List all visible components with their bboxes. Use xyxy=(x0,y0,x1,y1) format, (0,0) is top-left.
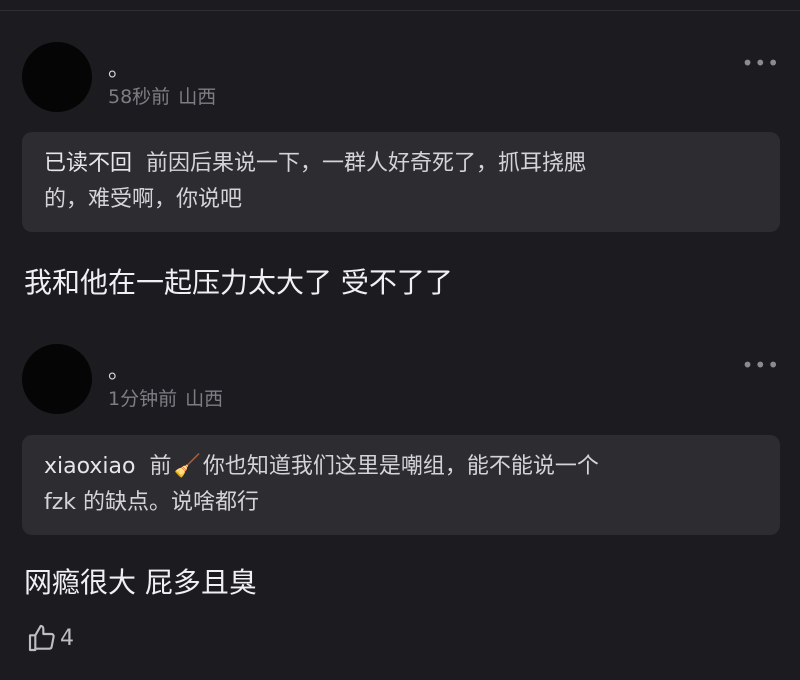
quoted-text-prefix: 前 xyxy=(149,454,172,479)
timestamp: 1分钟前 xyxy=(108,388,178,410)
location: 山西 xyxy=(185,388,224,410)
timestamp: 58秒前 xyxy=(108,86,171,108)
quoted-reply[interactable]: xiaoxiao 前🧹你也知道我们这里是嘲组，能不能说一个 fzk 的缺点。说啥都… xyxy=(22,435,780,535)
more-horizontal-icon[interactable]: ••• xyxy=(742,355,780,375)
comment-text: 我和他在一起压力太大了 受不了了 xyxy=(24,266,453,299)
top-divider xyxy=(0,0,800,11)
avatar[interactable] xyxy=(22,42,92,112)
comment-thread: 。 58秒前 山西 ••• 已读不回 前因后果说一下，一群人好奇死了，抓耳挠腮 的，… xyxy=(0,0,800,680)
thumbs-up-icon xyxy=(28,624,55,652)
comment-meta: 58秒前 山西 xyxy=(108,86,224,108)
username[interactable]: 。 xyxy=(108,360,130,384)
comment-meta: 1分钟前 山西 xyxy=(108,388,231,410)
quoted-text-line2: fzk 的缺点。说啥都行 xyxy=(44,490,260,515)
avatar[interactable] xyxy=(22,344,92,414)
quoted-text-line1: 前因后果说一下，一群人好奇死了，抓耳挠腮 xyxy=(146,151,587,176)
broom-emoji-icon: 🧹 xyxy=(173,454,201,479)
username[interactable]: 。 xyxy=(108,58,130,82)
quoted-text-line1: 你也知道我们这里是嘲组，能不能说一个 xyxy=(202,454,599,479)
like-button[interactable]: 4 xyxy=(26,622,74,654)
quoted-text-line2: 的，难受啊，你说吧 xyxy=(44,187,243,212)
quoted-username: 已读不回 xyxy=(44,151,133,176)
quoted-reply[interactable]: 已读不回 前因后果说一下，一群人好奇死了，抓耳挠腮 的，难受啊，你说吧 xyxy=(22,132,780,232)
comment-text: 网瘾很大 屁多且臭 xyxy=(24,566,257,599)
quoted-username: xiaoxiao xyxy=(44,454,136,479)
like-count: 4 xyxy=(60,625,74,651)
more-horizontal-icon[interactable]: ••• xyxy=(742,53,780,73)
location: 山西 xyxy=(178,86,217,108)
